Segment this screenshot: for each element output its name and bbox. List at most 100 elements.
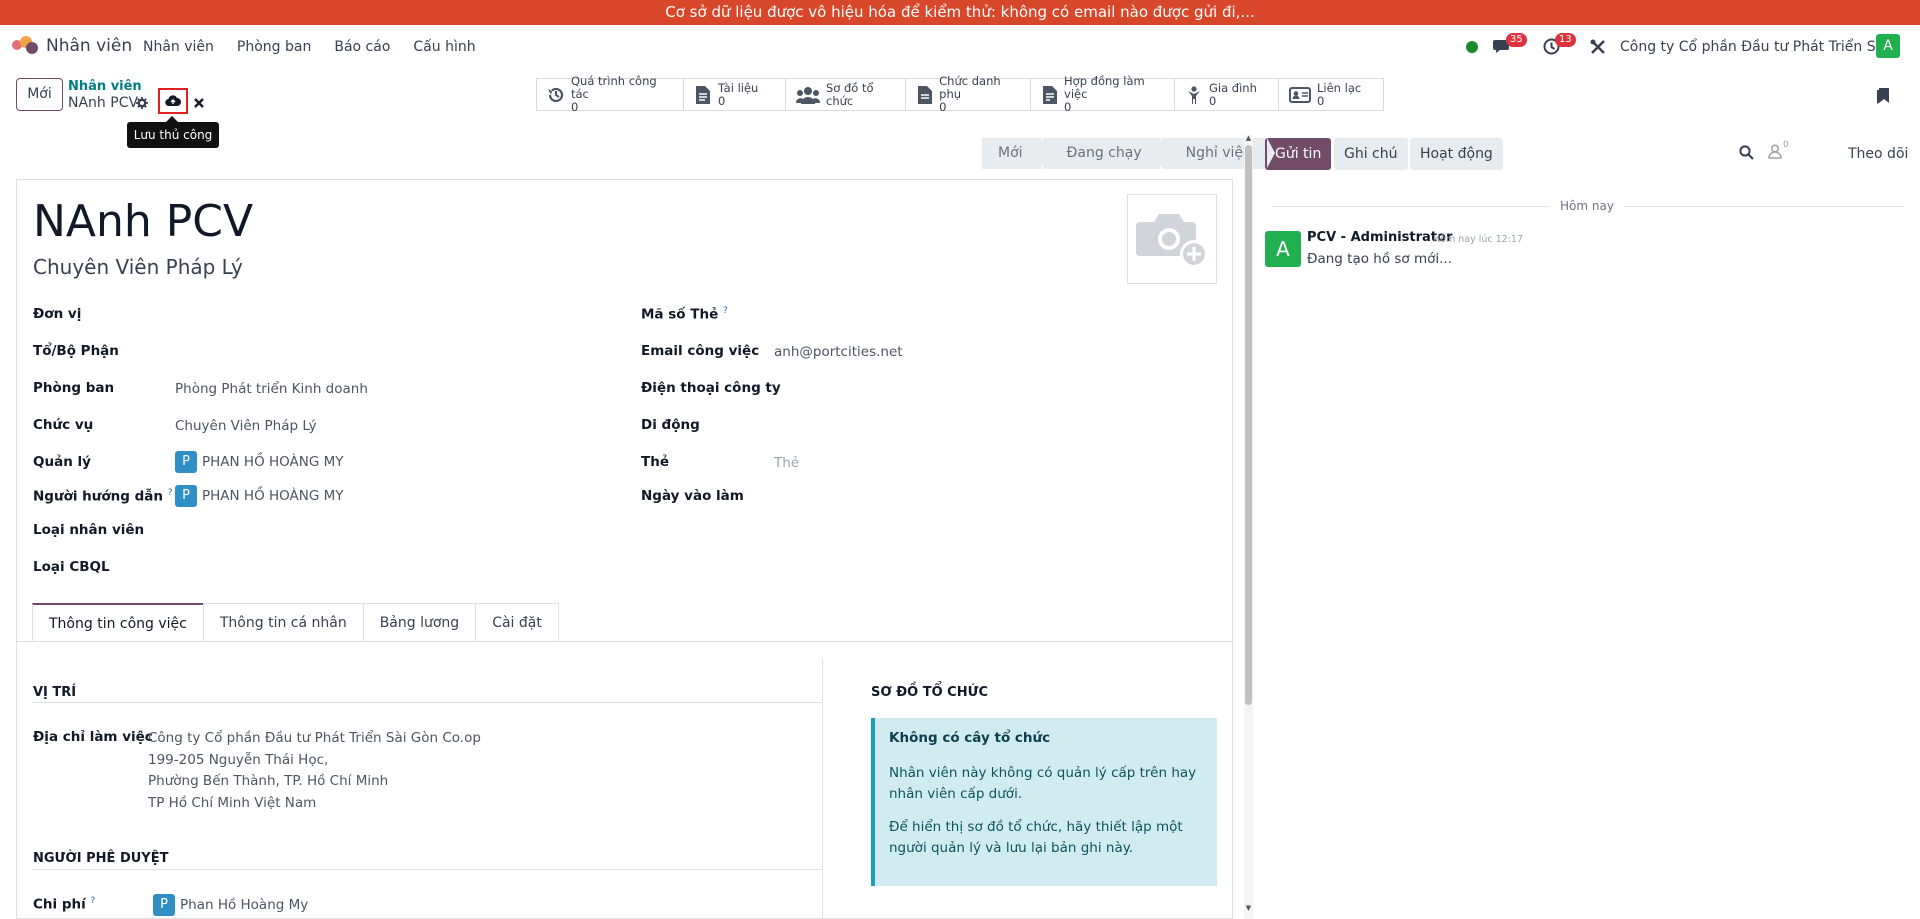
smart-button-secondary-titles[interactable]: Chức danh phụ 0 bbox=[906, 75, 1031, 114]
tab-payroll[interactable]: Bảng lương bbox=[362, 603, 477, 641]
smart-button-label: Sơ đồ tổ chức bbox=[826, 80, 874, 108]
team-label: Tổ/Bộ Phận bbox=[33, 343, 119, 359]
column-divider bbox=[822, 659, 823, 919]
smart-button-label: Tài liệu bbox=[718, 80, 759, 95]
tab-settings[interactable]: Cài đặt bbox=[475, 603, 559, 641]
menu-item-departments[interactable]: Phòng ban bbox=[237, 39, 311, 55]
contract-icon bbox=[1041, 85, 1058, 104]
bookmark-icon[interactable] bbox=[1877, 87, 1891, 108]
address-line: TP Hồ Chí Minh Việt Nam bbox=[148, 794, 317, 811]
follow-button[interactable]: Theo dõi bbox=[1848, 146, 1908, 162]
activities-button[interactable]: Hoạt động bbox=[1410, 138, 1503, 170]
menu-item-reports[interactable]: Báo cáo bbox=[334, 39, 390, 55]
section-divider bbox=[33, 869, 822, 870]
menu-item-configuration[interactable]: Cấu hình bbox=[413, 39, 475, 55]
contact-card-icon bbox=[1289, 86, 1311, 104]
stage-running[interactable]: Đang chạy bbox=[1042, 138, 1168, 169]
address-line: Công ty Cổ phần Đầu tư Phát Triển Sài Gò… bbox=[148, 730, 481, 746]
user-icon bbox=[1768, 144, 1782, 159]
message-body: Đang tạo hồ sơ mới... bbox=[1307, 251, 1452, 267]
tab-work-info[interactable]: Thông tin công việc bbox=[32, 603, 204, 641]
file-icon bbox=[916, 85, 933, 104]
smart-button-label: Gia đình bbox=[1209, 80, 1257, 95]
discard-close-icon[interactable] bbox=[194, 97, 204, 112]
document-icon bbox=[694, 85, 712, 104]
menu-item-employees[interactable]: Nhân viên bbox=[143, 39, 214, 55]
tags-label: Thẻ bbox=[641, 454, 669, 470]
smart-button-work-history[interactable]: Quá trình công tác 0 bbox=[537, 75, 684, 114]
message-timestamp: Hôm nay lúc 12:17 bbox=[1433, 234, 1523, 245]
smart-button-contracts[interactable]: Hợp đồng làm việc 0 bbox=[1031, 75, 1175, 114]
save-manually-button[interactable] bbox=[158, 88, 188, 114]
status-bar: Mới Đang chạy Nghỉ việc bbox=[982, 138, 1275, 169]
message-author-avatar[interactable]: A bbox=[1265, 231, 1301, 267]
tools-icon[interactable] bbox=[1590, 39, 1606, 59]
search-icon[interactable] bbox=[1739, 145, 1754, 164]
manager-field[interactable]: P PHAN HỒ HOÀNG MY bbox=[175, 451, 344, 473]
alert-text: Nhân viên này không có quản lý cấp trên … bbox=[889, 765, 1197, 802]
followers-button[interactable]: 0 bbox=[1768, 140, 1789, 163]
app-name: Nhân viên bbox=[46, 36, 133, 56]
avatar: P bbox=[175, 451, 197, 473]
scroll-up-icon[interactable]: ▲ bbox=[1244, 134, 1253, 142]
alert-text: Để hiển thị sơ đồ tổ chức, hãy thiết lập… bbox=[889, 819, 1183, 856]
department-field[interactable]: Phòng Phát triển Kinh doanh bbox=[175, 381, 368, 397]
breadcrumb-current: NAnh PCV bbox=[68, 95, 139, 111]
help-icon[interactable]: ? bbox=[90, 896, 95, 906]
smart-button-family[interactable]: Gia đình 0 bbox=[1175, 79, 1279, 110]
tab-private-info[interactable]: Thông tin cá nhân bbox=[202, 603, 364, 641]
tabs-divider bbox=[17, 641, 1232, 642]
unit-label: Đơn vị bbox=[33, 306, 82, 322]
stage-new[interactable]: Mới bbox=[982, 138, 1049, 169]
position-field[interactable]: Chuyên Viên Pháp Lý bbox=[175, 418, 317, 434]
cbql-type-label: Loại CBQL bbox=[33, 559, 110, 575]
employee-name[interactable]: NAnh PCV bbox=[33, 196, 253, 247]
scroll-down-icon[interactable]: ▼ bbox=[1244, 904, 1253, 912]
test-mode-banner: Cơ sở dữ liệu được vô hiệu hóa để kiểm t… bbox=[0, 0, 1920, 25]
date-separator-label: Hôm nay bbox=[1550, 199, 1624, 213]
smart-button-value: 0 bbox=[1317, 93, 1325, 108]
no-org-chart-alert: Không có cây tổ chức Nhân viên này không… bbox=[871, 718, 1217, 886]
company-switcher[interactable]: Công ty Cổ phần Đầu tư Phát Triển S... bbox=[1620, 39, 1889, 55]
mentor-field[interactable]: P PHAN HỒ HOÀNG MY bbox=[175, 485, 344, 507]
avatar: P bbox=[175, 485, 197, 507]
new-record-button[interactable]: Mới bbox=[16, 78, 63, 111]
position-label: Chức vụ bbox=[33, 417, 94, 433]
activities-count-badge: 13 bbox=[1555, 33, 1576, 47]
smart-button-org-chart[interactable]: Sơ đồ tổ chức bbox=[786, 79, 906, 110]
location-section-title: Vị trí bbox=[33, 685, 77, 700]
smart-button-value: 0 bbox=[718, 93, 726, 108]
send-message-button[interactable]: Gửi tin bbox=[1265, 138, 1332, 170]
camera-add-icon bbox=[1136, 214, 1208, 268]
work-email-label: Email công việc bbox=[641, 343, 760, 359]
help-icon[interactable]: ? bbox=[723, 306, 728, 316]
breadcrumb-parent[interactable]: Nhân viên bbox=[68, 79, 142, 94]
employee-job-title[interactable]: Chuyên Viên Pháp Lý bbox=[33, 255, 243, 279]
badge-number-label: Mã số Thẻ ? bbox=[641, 306, 728, 323]
message-author[interactable]: PCV - Administrator bbox=[1307, 230, 1452, 245]
org-chart-section-title: Sơ đồ tổ chức bbox=[871, 685, 988, 700]
main-menu: Nhân viên Phòng ban Báo cáo Cấu hình bbox=[143, 39, 476, 55]
expense-approver-label: Chi phí ? bbox=[33, 896, 96, 913]
address-line: Phường Bến Thành, TP. Hồ Chí Minh bbox=[148, 773, 389, 789]
employee-photo-upload[interactable] bbox=[1127, 194, 1217, 284]
smart-button-documents[interactable]: Tài liệu 0 bbox=[684, 79, 786, 110]
work-email-field[interactable]: anh@portcities.net bbox=[774, 344, 903, 360]
messages-count-badge: 35 bbox=[1506, 33, 1527, 47]
mentor-name: PHAN HỒ HOÀNG MY bbox=[202, 488, 344, 504]
expense-approver-name: Phan Hồ Hoàng My bbox=[180, 897, 309, 913]
user-avatar[interactable]: A bbox=[1876, 34, 1900, 58]
app-brand[interactable]: Nhân viên bbox=[12, 36, 132, 56]
tags-input[interactable]: Thẻ bbox=[774, 455, 799, 471]
help-icon[interactable]: ? bbox=[168, 488, 173, 498]
start-date-label: Ngày vào làm bbox=[641, 488, 744, 504]
expense-approver-field[interactable]: P Phan Hồ Hoàng My bbox=[153, 894, 308, 916]
smart-button-label: Quá trình công tác bbox=[571, 74, 657, 101]
smart-button-contacts[interactable]: Liên lạc 0 bbox=[1279, 79, 1383, 110]
gear-icon[interactable] bbox=[136, 97, 148, 113]
mobile-label: Di động bbox=[641, 417, 700, 433]
scrollbar-thumb[interactable] bbox=[1245, 145, 1252, 705]
work-address-field[interactable]: Công ty Cổ phần Đầu tư Phát Triển Sài Gò… bbox=[148, 728, 481, 814]
smart-button-value: 0 bbox=[1064, 100, 1072, 114]
log-note-button[interactable]: Ghi chú bbox=[1334, 138, 1408, 170]
